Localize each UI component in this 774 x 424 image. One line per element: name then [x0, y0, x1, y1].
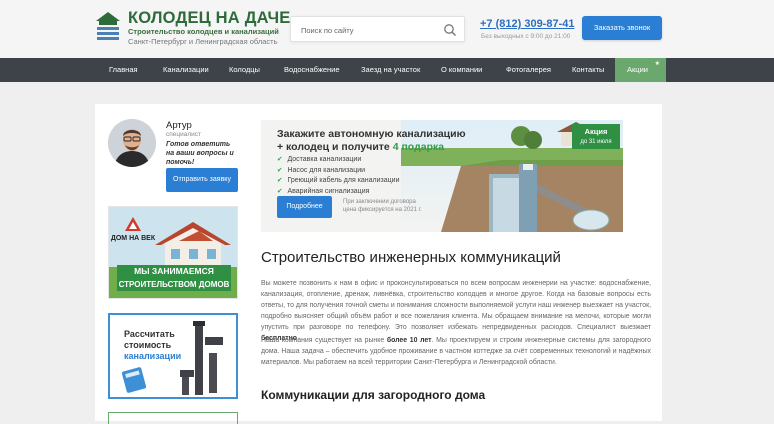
agent-role: специалист	[166, 131, 202, 138]
company-paragraph-bold: более 10 лет	[386, 337, 432, 344]
section-heading: Коммуникации для загородного дома	[261, 388, 486, 402]
logo-title: КОЛОДЕЦ НА ДАЧЕ	[128, 9, 291, 27]
house-building-banner[interactable]: ДОМ НА ВЕК МЫ ЗАНИМАЕМСЯ СТРОИТЕЛЬСТВОМ …	[108, 206, 238, 299]
send-request-button[interactable]: Отправить заявку	[166, 168, 238, 192]
nav-item-water-supply[interactable]: Водоснабжение	[284, 58, 340, 82]
hero-title-line-1: Закажите автономную канализацию	[277, 128, 466, 140]
hero-gift-list: Доставка канализации Насос для канализац…	[277, 155, 400, 197]
agent-photo-icon	[108, 119, 156, 167]
order-call-button[interactable]: Заказать звонок	[582, 16, 662, 40]
company-paragraph-text-a: Наша компания существует на рынке	[261, 337, 387, 344]
nav-item-sewerage[interactable]: Канализации	[163, 58, 209, 82]
house-banner-image: ДОМ НА ВЕК МЫ ЗАНИМАЕМСЯ СТРОИТЕЛЬСТВОМ …	[109, 207, 237, 298]
star-icon: ★	[654, 61, 660, 67]
hero-title: Закажите автономную канализацию + колоде…	[277, 128, 466, 154]
nav-item-home[interactable]: Главная	[109, 58, 138, 82]
hero-title-line-2: + колодец и получите	[277, 141, 393, 153]
house-banner-brand: ДОМ НА ВЕК	[111, 235, 156, 242]
list-item: Греющий кабель для канализации	[277, 176, 399, 187]
logo-subtitle: Строительство колодцев и канализаций	[128, 27, 279, 36]
page-title: Строительство инженерных коммуникаций	[261, 249, 561, 266]
promo-badge: Акция до 31 июля	[572, 124, 620, 149]
list-item: Доставка канализации	[277, 155, 400, 166]
nav-item-about[interactable]: О компании	[441, 58, 482, 82]
calc-banner-line-1: Рассчитать	[124, 329, 175, 339]
calc-sewerage-banner[interactable]: Рассчитать стоимость канализации	[108, 313, 238, 399]
calc-banner-line-3: канализации	[124, 351, 181, 361]
logo-region: Санкт-Петербург и Ленинградская область	[128, 37, 278, 46]
well-logo-icon	[96, 12, 120, 40]
company-paragraph: Наша компания существует на рынке более …	[261, 335, 651, 368]
intro-paragraph-text: Вы можете позвонить к нам в офис и проко…	[261, 280, 651, 331]
hero-title-accent: 4 подарка	[392, 141, 445, 153]
hero-details-button[interactable]: Подробнее	[277, 196, 332, 218]
promo-badge-title: Акция	[584, 127, 608, 136]
sidebar-banner-3[interactable]	[108, 412, 238, 424]
hero-note: При заключении договора цена фиксируется…	[343, 199, 422, 213]
content-area: Артур специалист Готов ответить на ваши …	[95, 104, 662, 424]
nav-item-wells[interactable]: Колодцы	[229, 58, 260, 82]
site-header: КОЛОДЕЦ НА ДАЧЕ Строительство колодцев и…	[0, 0, 774, 58]
working-hours: Без выходных с 9:00 до 21:00	[481, 33, 571, 40]
promo-hero-banner[interactable]: Закажите автономную канализацию + колоде…	[261, 120, 623, 232]
promo-badge-date: до 31 июля	[580, 139, 612, 145]
search-icon[interactable]	[443, 23, 457, 37]
main-nav: Главная Канализации Колодцы Водоснабжени…	[0, 58, 774, 82]
agent-note: Готов ответить на ваши вопросы и помочь!	[166, 141, 234, 166]
nav-item-promotions[interactable]: Акции ★	[615, 58, 666, 82]
avatar	[108, 119, 156, 167]
site-logo[interactable]: КОЛОДЕЦ НА ДАЧЕ Строительство колодцев и…	[95, 9, 290, 49]
calc-banner-line-2: стоимость	[124, 340, 172, 350]
phone-link[interactable]: +7 (812) 309-87-41	[480, 18, 574, 30]
nav-item-promotions-label: Акции	[627, 65, 648, 74]
nav-item-site-entrance[interactable]: Заезд на участок	[361, 58, 420, 82]
search-box	[290, 16, 465, 42]
calc-banner-image: Рассчитать стоимость канализации	[110, 315, 236, 397]
search-input[interactable]	[301, 22, 441, 38]
agent-name: Артур	[166, 120, 192, 131]
nav-item-gallery[interactable]: Фотогалерея	[506, 58, 551, 82]
list-item: Насос для канализации	[277, 166, 400, 177]
nav-item-contacts[interactable]: Контакты	[572, 58, 604, 82]
house-banner-text-2: СТРОИТЕЛЬСТВОМ ДОМОВ	[119, 280, 230, 289]
house-banner-text-1: МЫ ЗАНИМАЕМСЯ	[134, 266, 214, 276]
